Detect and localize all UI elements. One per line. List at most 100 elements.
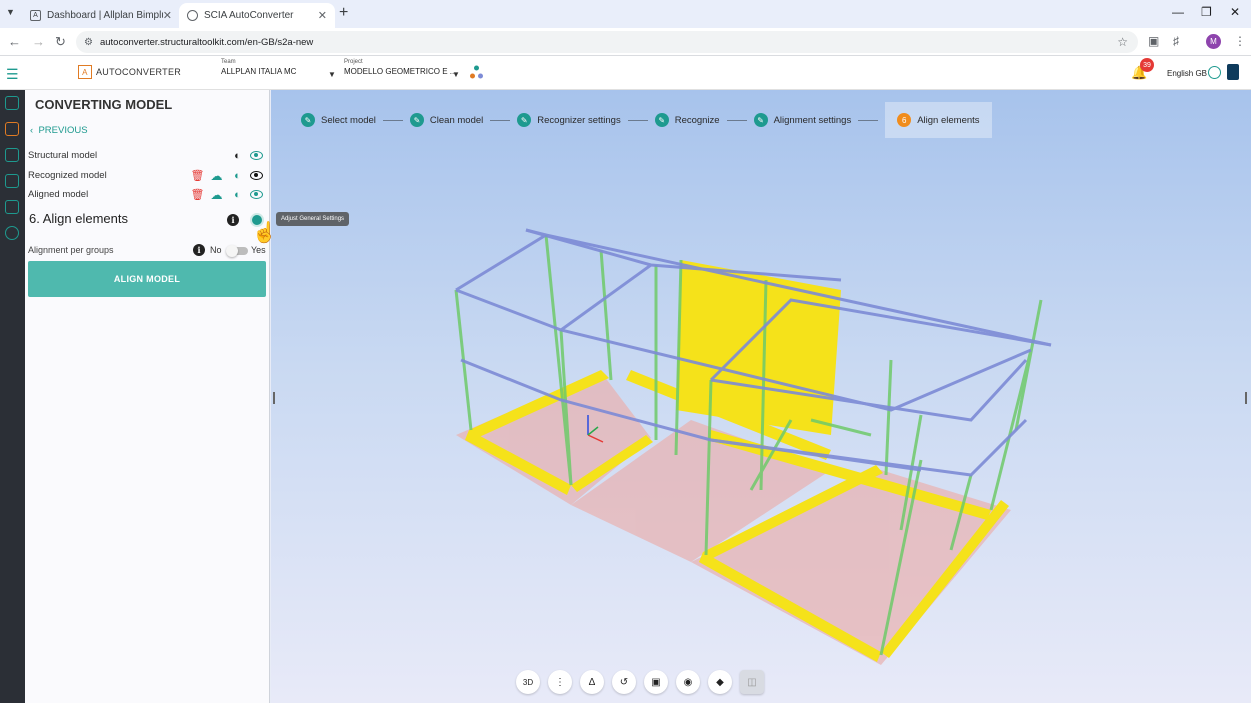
chevron-down-icon: ▼ [452,70,460,79]
trash-icon[interactable]: 🗑 [191,188,205,201]
right-resize-handle[interactable] [1245,392,1247,404]
previous-label: PREVIOUS [38,125,88,136]
globe-favicon-icon [187,10,198,21]
browser-tab-dashboard[interactable]: A Dashboard | Allplan Bimplus ✕ [22,3,180,28]
back-icon[interactable]: ← [8,34,21,49]
align-model-button[interactable]: ALIGN MODEL [28,261,266,297]
transparency-icon[interactable]: ◐ [231,169,244,182]
eye-icon[interactable] [250,188,263,201]
previous-button[interactable]: ‹ PREVIOUS [30,125,88,136]
eye-icon[interactable] [250,169,263,182]
trash-icon[interactable]: 🗑 [191,169,205,182]
url-field[interactable]: ⚙ autoconverter.structuraltoolkit.com/en… [76,31,1138,53]
site-info-icon[interactable]: ⚙ [84,37,93,48]
notification-badge: 39 [1140,58,1154,72]
project-value: MODELLO GEOMETRICO E ... [344,67,457,76]
step-align-elements[interactable]: 6 Align elements [885,102,992,138]
step-connector [858,119,879,121]
info-icon[interactable]: i [193,244,205,256]
model-label: Recognized model [28,170,107,181]
app-header: ☰ A AUTOCONVERTER Team ALLPLAN ITALIA MC… [0,56,1251,90]
app-logo[interactable]: A AUTOCONVERTER [78,65,181,79]
step-label: Alignment settings [773,114,852,126]
minimize-icon[interactable]: — [1172,5,1184,19]
converting-model-panel: CONVERTING MODEL ‹ PREVIOUS Structural m… [25,90,270,703]
pencil-icon: ✎ [301,113,315,127]
window-close-icon[interactable]: ✕ [1230,5,1240,19]
settings-tooltip: Adjust General Settings [276,212,350,226]
transparency-icon[interactable]: ◐ [231,188,244,201]
extensions-icon[interactable]: ♯ [1173,34,1179,48]
step-recognize[interactable]: ✎ Recognize [654,110,720,130]
step-alignment-settings[interactable]: ✎ Alignment settings [753,110,852,130]
model-label: Structural model [28,150,98,161]
globe-icon[interactable] [1208,66,1221,79]
step-clean-model[interactable]: ✎ Clean model [409,110,483,130]
mouse-cursor-icon: ☝ [252,222,277,244]
structural-3d-model[interactable] [271,90,1251,703]
browser-tab-bar: ▼ A Dashboard | Allplan Bimplus ✕ SCIA A… [0,0,1251,28]
workflow-stepper: ✎ Select model ✎ Clean model ✎ Recognizer s… [301,102,992,138]
browser-menu-icon[interactable]: ⋮ [1234,34,1246,48]
cloud-upload-icon[interactable]: ☁ [210,188,223,202]
step-connector [627,119,648,121]
step-number: 6 [897,113,912,127]
converter-nav-icon[interactable] [5,122,19,136]
step-connector [490,119,511,121]
forward-icon[interactable]: → [32,34,45,49]
pencil-icon: ✎ [753,113,768,127]
team-select[interactable]: Team ALLPLAN ITALIA MC ▼ [221,59,336,79]
models-nav-icon[interactable] [5,148,19,162]
step-title: 6. Align elements [29,211,129,226]
model-row-recognized: Recognized model 🗑 ☁ ◐ [28,168,268,184]
media-icon[interactable]: ▣ [1148,34,1159,48]
pencil-icon: ✎ [409,113,424,127]
step-label: Recognizer settings [537,114,621,126]
reload-icon[interactable]: ↻ [55,34,66,50]
info-icon[interactable]: i [227,214,239,226]
model-3d-viewport[interactable]: ✎ Select model ✎ Clean model ✎ Recognizer s… [271,90,1251,703]
view-mode-button[interactable]: 3D [516,670,540,694]
logo-text: AUTOCONVERTER [96,67,182,77]
layers-icon[interactable]: ◆ [708,670,732,694]
cloud-upload-icon[interactable]: ☁ [210,169,223,183]
model-row-structural: Structural model ◐ [28,148,268,164]
eye-icon[interactable] [250,149,263,162]
viewer-toolbar: 3D ⋮ Δ ↺ ▣ ◉ ◆ ◫ [516,670,764,694]
model-tree-icon[interactable] [470,65,483,79]
step-connector [382,119,403,121]
screenshot-camera-icon[interactable]: ▣ [644,670,668,694]
home-nav-icon[interactable] [5,96,19,110]
logout-icon[interactable] [1227,64,1239,80]
left-resize-handle[interactable] [273,392,275,404]
bookmark-star-icon[interactable]: ☆ [1117,35,1128,49]
hamburger-menu-icon[interactable]: ☰ [6,66,19,83]
allplan-favicon-icon: A [30,10,41,21]
language-selector[interactable]: English GB [1167,69,1207,78]
profile-avatar[interactable]: M [1206,34,1221,49]
step-recognizer-settings[interactable]: ✎ Recognizer settings [517,110,621,130]
close-icon[interactable]: ✕ [318,9,327,22]
chevron-down-icon: ▼ [328,70,336,79]
alignment-groups-toggle[interactable] [226,245,248,257]
step-label: Recognize [674,114,720,126]
step-select-model[interactable]: ✎ Select model [301,110,376,130]
new-tab-icon[interactable]: + [339,4,348,22]
more-options-icon[interactable]: ⋮ [548,670,572,694]
panel-title: CONVERTING MODEL [35,97,173,112]
model-row-aligned: Aligned model 🗑 ☁ ◐ [28,187,268,203]
alignment-per-groups-label: Alignment per groups [28,245,114,255]
reset-view-icon[interactable]: ↺ [612,670,636,694]
browser-tab-autoconverter[interactable]: SCIA AutoConverter ✕ [179,3,335,28]
projects-nav-icon[interactable] [5,174,19,188]
restore-icon[interactable]: ❐ [1201,5,1212,19]
tab-search-icon[interactable]: ▼ [6,7,15,17]
document-nav-icon[interactable] [5,200,19,214]
measure-icon[interactable]: Δ [580,670,604,694]
network-nav-icon[interactable] [5,226,19,240]
panel-toggle-icon[interactable]: ◫ [740,670,764,694]
close-icon[interactable]: ✕ [163,9,172,22]
project-select[interactable]: Project MODELLO GEOMETRICO E ... ▼ [344,59,462,79]
visibility-eye-icon[interactable]: ◉ [676,670,700,694]
contrast-icon[interactable]: ◐ [231,149,244,162]
